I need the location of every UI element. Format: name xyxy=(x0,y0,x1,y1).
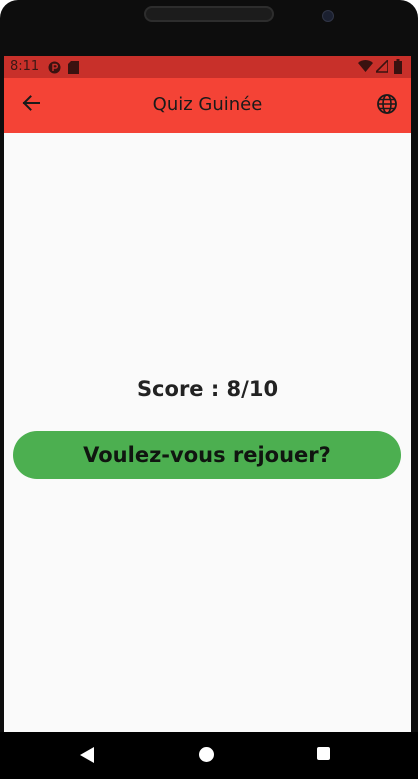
phone-frame-top xyxy=(0,0,418,56)
replay-button[interactable]: Voulez-vous rejouer? xyxy=(13,431,401,479)
wifi-icon xyxy=(358,60,373,77)
status-bar: 8:11 xyxy=(4,56,411,78)
phone-device: 8:11 Quiz Guinée Score: 8/10 Voulez-vou… xyxy=(0,0,418,779)
language-button[interactable] xyxy=(374,93,400,119)
back-button[interactable] xyxy=(18,92,44,118)
recents-square-icon[interactable] xyxy=(317,747,330,760)
earpiece-speaker xyxy=(144,6,274,22)
result-screen: Score : 8/10 Voulez-vous rejouer? xyxy=(4,133,411,732)
system-nav-bar xyxy=(0,732,418,779)
sd-card-icon xyxy=(68,61,79,78)
home-circle-icon[interactable] xyxy=(199,747,214,762)
app-title: Quiz Guinée xyxy=(152,94,263,115)
globe-icon xyxy=(376,93,398,119)
front-camera xyxy=(322,10,334,22)
phone-frame-right xyxy=(411,56,418,732)
back-triangle-icon[interactable] xyxy=(80,747,94,763)
status-time: 8:11 xyxy=(10,59,40,74)
app-bar: Quiz Guinée xyxy=(4,78,411,133)
arrow-left-icon xyxy=(21,93,41,117)
signal-icon xyxy=(374,58,389,77)
p-circle-icon xyxy=(48,61,61,78)
score-text: Score : 8/10 xyxy=(136,377,279,401)
battery-icon xyxy=(394,59,402,78)
